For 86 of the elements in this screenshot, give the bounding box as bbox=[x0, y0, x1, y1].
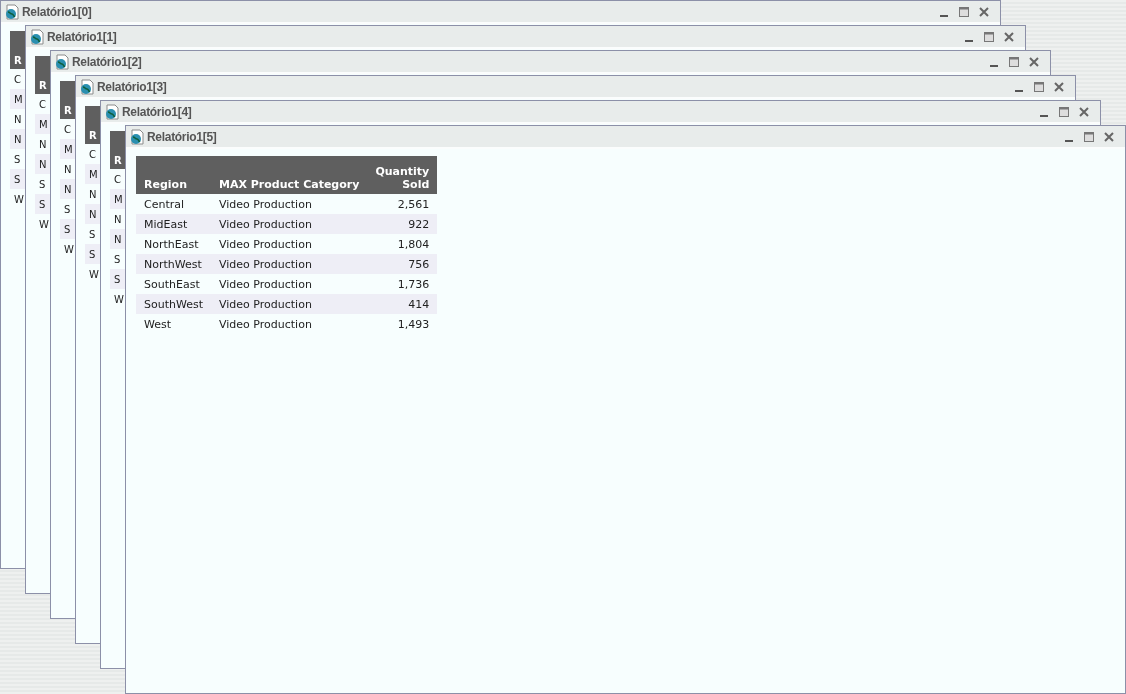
maximize-icon bbox=[1034, 81, 1044, 92]
table-cell: W bbox=[35, 214, 50, 234]
table-cell: 2,561 bbox=[367, 194, 438, 214]
column-header: MAX Product Category bbox=[211, 156, 368, 194]
column-header: R bbox=[110, 131, 125, 169]
table-cell: S bbox=[85, 244, 100, 264]
table-cell: S bbox=[35, 174, 50, 194]
table-cell: N bbox=[60, 179, 75, 199]
table-cell: Video Production bbox=[211, 274, 368, 294]
window-title: Relatório1[1] bbox=[47, 29, 117, 44]
table-cell: C bbox=[110, 169, 125, 189]
table-cell: N bbox=[35, 134, 50, 154]
table-cell: SouthEast bbox=[136, 274, 211, 294]
table-cell: M bbox=[35, 114, 50, 134]
table-cell: W bbox=[10, 189, 25, 209]
table-cell: S bbox=[35, 194, 50, 214]
minimize-icon bbox=[1040, 114, 1048, 117]
table-cell: N bbox=[60, 159, 75, 179]
minimize-icon bbox=[940, 14, 948, 17]
column-header: R bbox=[10, 31, 25, 69]
maximize-icon bbox=[1059, 106, 1069, 117]
table-cell: S bbox=[60, 219, 75, 239]
maximize-icon bbox=[959, 6, 969, 17]
table-cell: MidEast bbox=[136, 214, 211, 234]
window-title: Relatório1[2] bbox=[72, 54, 142, 69]
table-cell: C bbox=[60, 119, 75, 139]
maximize-icon bbox=[1084, 131, 1094, 142]
table-cell: Video Production bbox=[211, 234, 368, 254]
table-cell: S bbox=[110, 269, 125, 289]
column-header: Region bbox=[136, 156, 211, 194]
table-cell: C bbox=[10, 69, 25, 89]
table-cell: M bbox=[110, 189, 125, 209]
table-cell: Video Production bbox=[211, 294, 368, 314]
close-icon bbox=[979, 6, 989, 17]
table-cell: S bbox=[10, 169, 25, 189]
table-cell: S bbox=[60, 199, 75, 219]
close-icon bbox=[1104, 131, 1114, 142]
table-cell: SouthWest bbox=[136, 294, 211, 314]
table-cell: Video Production bbox=[211, 214, 368, 234]
close-icon bbox=[1029, 56, 1039, 67]
minimize-icon bbox=[965, 39, 973, 42]
column-header: R bbox=[85, 106, 100, 144]
table-cell: C bbox=[85, 144, 100, 164]
table-cell: C bbox=[35, 94, 50, 114]
window-title: Relatório1[5] bbox=[147, 129, 217, 144]
table-cell: NorthEast bbox=[136, 234, 211, 254]
table-cell: N bbox=[10, 129, 25, 149]
window-title: Relatório1[0] bbox=[22, 4, 92, 19]
table-cell: S bbox=[10, 149, 25, 169]
table-cell: S bbox=[85, 224, 100, 244]
table-cell: Central bbox=[136, 194, 211, 214]
column-header: R bbox=[60, 81, 75, 119]
table-cell: Video Production bbox=[211, 194, 368, 214]
table-cell: N bbox=[10, 109, 25, 129]
table-cell: S bbox=[110, 249, 125, 269]
table-cell: M bbox=[10, 89, 25, 109]
maximize-icon bbox=[984, 31, 994, 42]
table-cell: N bbox=[35, 154, 50, 174]
table-cell: NorthWest bbox=[136, 254, 211, 274]
close-icon bbox=[1004, 31, 1014, 42]
table-cell: 414 bbox=[367, 294, 438, 314]
window-title: Relatório1[3] bbox=[97, 79, 167, 94]
table-cell: West bbox=[136, 314, 211, 334]
window-title: Relatório1[4] bbox=[122, 104, 192, 119]
table-cell: 1,493 bbox=[367, 314, 438, 334]
table-cell: Video Production bbox=[211, 314, 368, 334]
minimize-icon bbox=[990, 64, 998, 67]
table-cell: N bbox=[110, 209, 125, 229]
table-cell: 1,804 bbox=[367, 234, 438, 254]
table-cell: 756 bbox=[367, 254, 438, 274]
table-cell: N bbox=[110, 229, 125, 249]
close-icon bbox=[1079, 106, 1089, 117]
column-header: R bbox=[35, 56, 50, 94]
table-cell: W bbox=[85, 264, 100, 284]
table-cell: Video Production bbox=[211, 254, 368, 274]
close-icon bbox=[1054, 81, 1064, 92]
column-header: Quantity Sold bbox=[367, 156, 438, 194]
minimize-icon bbox=[1015, 89, 1023, 92]
table-cell: N bbox=[85, 204, 100, 224]
table-cell: N bbox=[85, 184, 100, 204]
table-cell: 922 bbox=[367, 214, 438, 234]
table-cell: W bbox=[110, 289, 125, 309]
minimize-icon bbox=[1065, 139, 1073, 142]
maximize-icon bbox=[1009, 56, 1019, 67]
table-cell: 1,736 bbox=[367, 274, 438, 294]
table-cell: W bbox=[60, 239, 75, 259]
